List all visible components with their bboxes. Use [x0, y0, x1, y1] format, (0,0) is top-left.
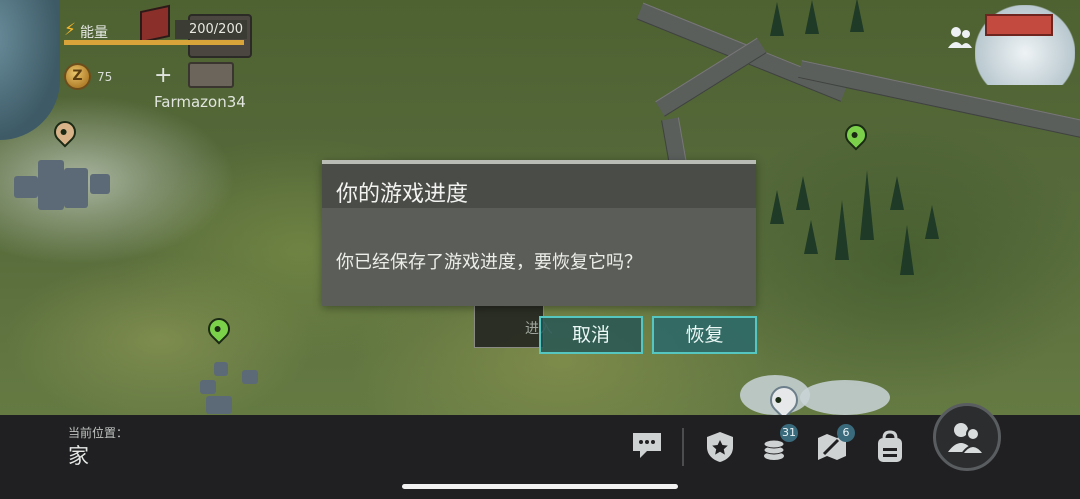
add-icon[interactable]: +	[154, 63, 172, 88]
dialog-title: 你的游戏进度	[336, 182, 469, 207]
tree	[925, 205, 939, 239]
home-base-roof	[985, 14, 1053, 36]
map-badge: 6	[837, 424, 855, 442]
tree	[835, 200, 849, 260]
rank-button[interactable]	[703, 430, 739, 464]
energy-value: 200/200	[175, 20, 247, 39]
coins-button[interactable]: 31	[760, 424, 798, 464]
friends-icon[interactable]	[946, 24, 974, 50]
energy-label: 能量	[80, 25, 108, 41]
rock	[14, 176, 38, 198]
rock	[200, 380, 216, 394]
tree	[805, 0, 819, 34]
restore-progress-dialog: 你的游戏进度 你已经保存了游戏进度，要恢复它吗？	[322, 160, 756, 306]
rock	[214, 362, 228, 376]
lake	[0, 0, 60, 140]
rock	[206, 396, 232, 414]
player-name: Farmazon34	[154, 93, 246, 111]
backpack-icon	[878, 430, 902, 462]
toolbar-divider	[682, 428, 684, 466]
rock	[64, 168, 88, 208]
players-icon	[948, 423, 986, 455]
energy-bolt-icon: ⚡	[64, 20, 76, 40]
cancel-button[interactable]: 取消	[539, 316, 643, 354]
rock	[242, 370, 258, 384]
cart-icon[interactable]	[188, 62, 234, 88]
location-pin-icon[interactable]	[203, 313, 235, 345]
location-pin-icon[interactable]	[840, 119, 872, 151]
base-flag	[140, 4, 170, 44]
rock	[90, 174, 110, 194]
coin-icon[interactable]: Z	[64, 63, 91, 90]
tree	[850, 0, 864, 32]
tree	[900, 225, 914, 275]
energy-bar-fill	[64, 40, 244, 45]
dialog-message: 你已经保存了游戏进度，要恢复它吗？	[336, 252, 642, 273]
rock	[38, 160, 64, 210]
chat-icon	[633, 433, 661, 458]
chat-button[interactable]	[630, 430, 666, 464]
tree	[804, 220, 818, 254]
coins-badge: 31	[780, 424, 798, 442]
current-location-value: 家	[68, 444, 89, 468]
map-button[interactable]: 6	[815, 424, 855, 464]
location-pin-icon[interactable]	[49, 116, 81, 148]
restore-button[interactable]: 恢复	[652, 316, 757, 354]
tree	[890, 176, 904, 210]
tree	[796, 176, 810, 210]
shield-star-icon	[707, 432, 733, 462]
tree	[860, 170, 874, 240]
home-indicator[interactable]	[402, 484, 678, 489]
coin-count: 75	[97, 70, 113, 84]
tree	[770, 2, 784, 36]
energy-bar	[64, 40, 244, 45]
current-location-label: 当前位置：	[68, 426, 129, 440]
tree	[770, 190, 784, 224]
backpack-button[interactable]	[873, 430, 909, 464]
players-button[interactable]	[933, 403, 1001, 471]
camp	[800, 380, 890, 415]
